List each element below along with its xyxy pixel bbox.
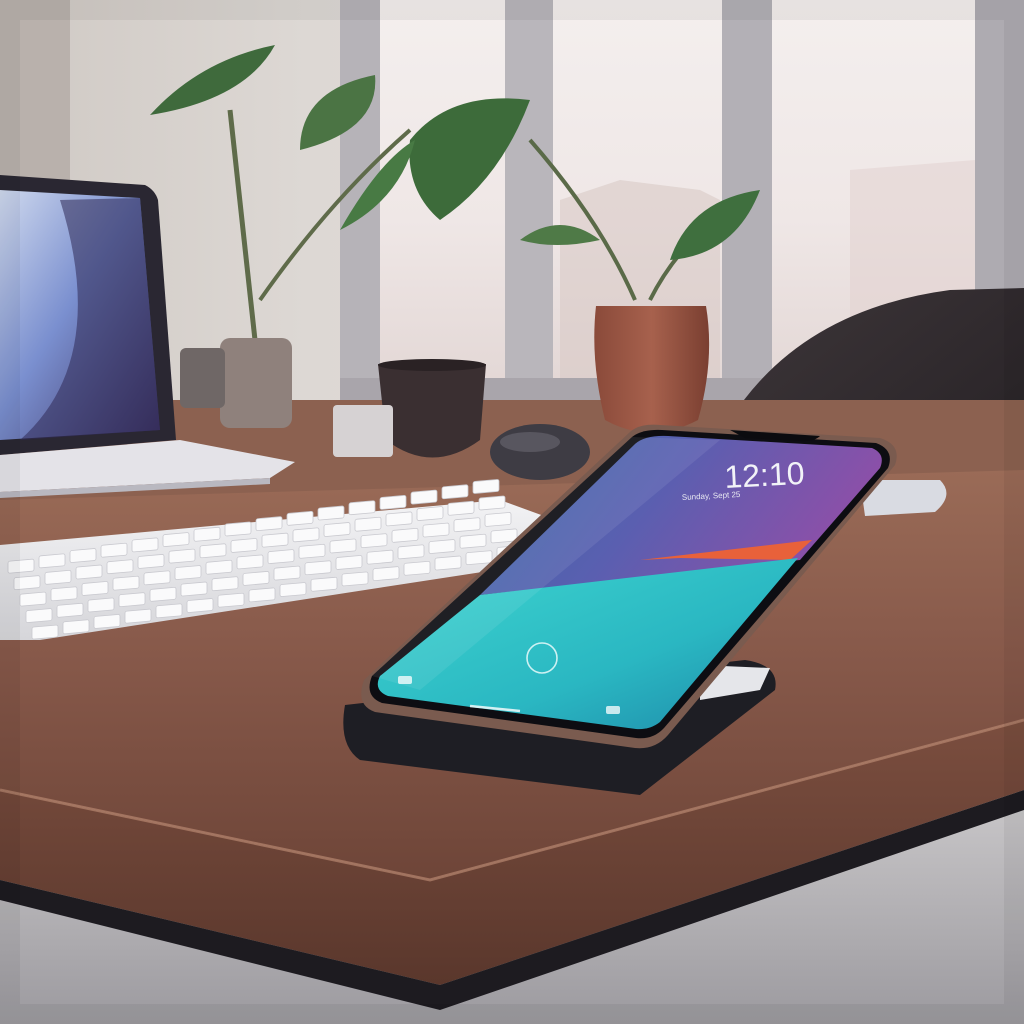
computer-mouse: [490, 424, 590, 480]
keyboard-key: [81, 581, 109, 596]
keyboard-key: [441, 484, 469, 500]
keyboard-key: [44, 569, 72, 585]
keyboard-key: [205, 559, 233, 575]
keyboard-key: [453, 517, 481, 533]
coffee-mug: [378, 364, 486, 458]
keyboard-key: [186, 598, 214, 613]
mug-rim: [378, 359, 486, 371]
keyboard-key: [180, 581, 208, 597]
keyboard-key: [261, 532, 289, 548]
keyboard-key: [100, 542, 128, 558]
keyboard-key: [236, 554, 264, 570]
keyboard-key: [93, 614, 121, 629]
keyboard-key: [155, 603, 183, 619]
keyboard-key: [174, 565, 202, 580]
keyboard-key: [304, 560, 332, 576]
keyboard-key: [242, 571, 270, 586]
keyboard-key: [199, 543, 227, 559]
keyboard-key: [298, 543, 326, 559]
keyboard-key: [391, 527, 419, 543]
keyboard-key: [230, 538, 258, 553]
window-frame: [505, 0, 553, 400]
keyboard-key: [434, 555, 462, 571]
keyboard-key: [403, 560, 431, 576]
keyboard-key: [422, 522, 450, 538]
keyboard-key: [112, 575, 140, 591]
small-box: [333, 405, 393, 457]
plant-pot-left: [220, 338, 292, 428]
keyboard-key: [255, 516, 283, 532]
keyboard-key: [217, 592, 245, 608]
keyboard-key: [366, 549, 394, 565]
keyboard-key: [62, 619, 90, 635]
keyboard-key: [267, 549, 295, 564]
keyboard-key: [143, 570, 171, 586]
keyboard-key: [149, 586, 177, 602]
keyboard-key: [372, 566, 400, 582]
keyboard-key: [38, 553, 66, 569]
keyboard-key: [168, 548, 196, 564]
keyboard-key: [416, 506, 444, 521]
keyboard-key: [56, 602, 84, 618]
keyboard-key: [211, 576, 239, 592]
keyboard-key: [379, 495, 407, 510]
camera-icon[interactable]: [606, 706, 620, 714]
keyboard-key: [124, 608, 152, 624]
mouse-highlight: [500, 432, 560, 452]
keyboard-key: [31, 624, 59, 640]
keyboard-key: [472, 479, 500, 494]
keyboard-key: [397, 544, 425, 560]
keyboard-key: [75, 564, 103, 580]
keyboard-key: [478, 495, 506, 511]
keyboard-key: [273, 565, 301, 581]
keyboard-key: [329, 538, 357, 554]
keyboard-key: [360, 533, 388, 549]
keyboard-key: [484, 512, 512, 527]
keyboard-key: [106, 559, 134, 575]
keyboard-key: [69, 548, 97, 563]
keyboard-key: [410, 489, 438, 505]
keyboard-key: [292, 527, 320, 543]
keyboard-key: [323, 522, 351, 537]
keyboard-key: [248, 587, 276, 603]
keyboard-key: [224, 521, 252, 537]
keyboard-key: [341, 571, 369, 587]
keyboard-key: [354, 516, 382, 532]
keyboard-key: [137, 554, 165, 569]
plant-pot-right: [594, 306, 710, 433]
scene-illustration: 12:10 Sunday, Sept 25: [0, 0, 1024, 1024]
keyboard-key: [286, 510, 314, 526]
keyboard-key: [465, 550, 493, 566]
keyboard-key: [50, 586, 78, 602]
keyboard-key: [118, 592, 146, 608]
keyboard-key: [447, 500, 475, 516]
keyboard-key: [310, 576, 338, 592]
keyboard-key: [335, 555, 363, 570]
keyboard-key: [490, 528, 518, 544]
small-pot: [180, 348, 225, 408]
keyboard-key: [428, 539, 456, 554]
keyboard-key: [193, 526, 221, 542]
keyboard-key: [162, 532, 190, 547]
keyboard-key: [25, 608, 53, 623]
office-desk-scene: 12:10 Sunday, Sept 25: [0, 0, 1024, 1024]
keyboard-key: [385, 511, 413, 527]
keyboard-key: [131, 537, 159, 553]
keyboard-key: [459, 533, 487, 549]
lockscreen-time: 12:10: [723, 455, 805, 495]
keyboard-key: [279, 582, 307, 597]
keyboard-key: [87, 597, 115, 613]
keyboard-key: [317, 505, 345, 521]
keyboard-key: [19, 591, 47, 607]
keyboard-key: [348, 500, 376, 516]
